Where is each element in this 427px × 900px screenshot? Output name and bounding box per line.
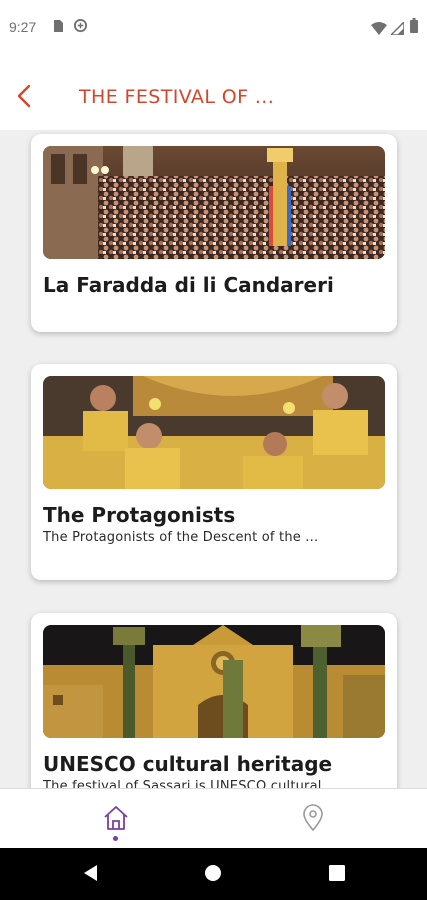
status-time: 9:27 [9, 19, 37, 35]
app-header: THE FESTIVAL OF ... [0, 56, 427, 130]
church-at-night-photo [43, 625, 385, 738]
active-indicator [113, 836, 118, 841]
map-pin-icon[interactable] [298, 803, 328, 833]
data-saver-icon [73, 18, 88, 37]
bottom-nav [0, 788, 427, 848]
card-title: The Protagonists [43, 503, 236, 527]
signal-icon [389, 20, 405, 39]
card-title: La Faradda di li Candareri [43, 273, 334, 297]
recents-square-icon[interactable] [329, 865, 345, 885]
home-icon[interactable] [101, 803, 131, 833]
wifi-icon [371, 20, 387, 39]
chevron-left-icon[interactable] [10, 81, 40, 111]
content-list[interactable]: La Faradda di li Candareri The Protagoni… [0, 130, 427, 788]
list-item[interactable]: La Faradda di li Candareri [31, 134, 397, 332]
list-item[interactable]: The Protagonists The Protagonists of the… [31, 364, 397, 580]
system-nav-bar [0, 848, 427, 900]
status-bar: 9:27 [0, 0, 427, 56]
bearers-in-yellow-shirts-photo [43, 376, 385, 489]
crowd-with-candlesticks-photo [43, 146, 385, 259]
card-subtitle: The Protagonists of the Descent of the .… [43, 530, 319, 545]
battery-icon [410, 18, 418, 37]
page-title: THE FESTIVAL OF ... [79, 86, 275, 108]
sim-card-icon [52, 18, 64, 37]
card-subtitle: The festival of Sassari is UNESCO cultur… [43, 779, 339, 788]
list-item[interactable]: UNESCO cultural heritage The festival of… [31, 613, 397, 788]
home-circle-icon[interactable] [204, 864, 222, 886]
card-title: UNESCO cultural heritage [43, 752, 333, 776]
back-triangle-icon[interactable] [82, 864, 100, 886]
